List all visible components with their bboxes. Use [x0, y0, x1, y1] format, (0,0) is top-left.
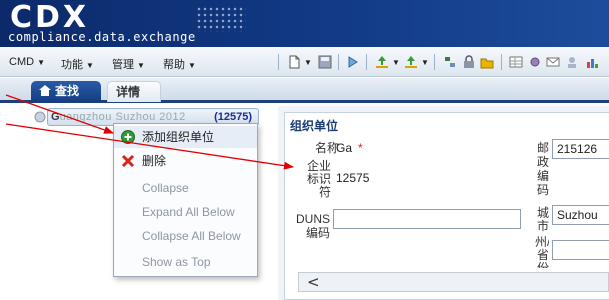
postal-code-input[interactable]: 215126: [552, 139, 609, 159]
org-node-icon: [34, 111, 46, 123]
app-header: CDX compliance.data.exchange: [0, 0, 609, 47]
run-icon[interactable]: [346, 55, 360, 69]
add-org-unit-label: 添加组织单位: [142, 130, 215, 144]
folder-icon[interactable]: [480, 55, 494, 69]
menu-admin-label: 管理: [112, 59, 134, 71]
new-document-icon[interactable]: [287, 55, 301, 69]
logo-tagline: compliance.data.exchange: [8, 30, 196, 44]
toolbar-separator: [338, 54, 339, 70]
section-title: 组织单位: [290, 119, 339, 133]
expand-all-below-menu-item[interactable]: Expand All Below: [114, 201, 257, 223]
chevron-down-icon[interactable]: ▼: [392, 58, 400, 67]
toolbar-separator: [278, 54, 279, 70]
duns-label: DUNS编码: [295, 212, 330, 240]
menu-help-label: 帮助: [163, 59, 185, 71]
duns-input[interactable]: [333, 209, 521, 229]
required-mark: *: [358, 141, 363, 155]
toolbar-separator: [366, 54, 367, 70]
toolbar-separator: [434, 54, 435, 70]
name-value-text: Ga: [336, 141, 353, 155]
table-icon[interactable]: [509, 55, 523, 69]
app-root: CDX compliance.data.exchange CMD ▼ 功能 ▼ 管理…: [0, 0, 609, 300]
city-label: 城市: [536, 206, 549, 233]
chevron-down-icon: ▼: [86, 61, 94, 70]
plus-circle-icon: [121, 130, 135, 144]
lock-icon[interactable]: [462, 55, 476, 69]
tree-icon[interactable]: [443, 55, 457, 69]
enterprise-id-value: 12575: [336, 171, 370, 185]
toolbar-separator: [501, 54, 502, 70]
delete-label: 删除: [142, 154, 167, 168]
chevron-down-icon[interactable]: ▼: [421, 58, 429, 67]
collapse-all-below-label: Collapse All Below: [142, 229, 241, 243]
menu-functions[interactable]: 功能 ▼: [61, 56, 94, 72]
city-input[interactable]: Suzhou: [552, 205, 609, 225]
menu-cmd[interactable]: CMD ▼: [9, 56, 45, 68]
tab-detail-label: 详情: [116, 85, 141, 99]
home-icon: [39, 85, 51, 96]
menu-help[interactable]: 帮助 ▼: [163, 56, 196, 72]
tab-search-label: 查找: [55, 84, 80, 98]
save-icon[interactable]: [318, 55, 332, 69]
tree-node-name: uangzhou Suzhou 2012: [59, 111, 186, 123]
collapse-all-below-menu-item[interactable]: Collapse All Below: [114, 225, 257, 247]
chevron-down-icon: ▼: [137, 61, 145, 70]
show-as-top-menu-item[interactable]: Show as Top: [114, 251, 257, 273]
menu-bar: CMD ▼ 功能 ▼ 管理 ▼ 帮助 ▼ ▼ ▼ ▼: [0, 47, 609, 77]
horizontal-scrollbar[interactable]: <: [298, 272, 609, 292]
menu-admin[interactable]: 管理 ▼: [112, 56, 145, 72]
chevron-down-icon: ▼: [37, 58, 45, 67]
user-icon[interactable]: [565, 55, 579, 69]
cdx-logo: CDX: [10, 0, 90, 35]
state-label: 州/省份: [535, 236, 549, 268]
logo-dot-pattern: [196, 6, 246, 32]
upload-icon[interactable]: [375, 55, 389, 69]
collapse-menu-item[interactable]: Collapse: [114, 177, 257, 199]
tab-search[interactable]: 查找: [31, 81, 101, 102]
state-input[interactable]: [552, 240, 609, 260]
mail-icon[interactable]: [546, 55, 560, 69]
chevron-down-icon[interactable]: ▼: [304, 58, 312, 67]
settings-icon[interactable]: [528, 55, 542, 69]
name-value: Ga *: [336, 142, 363, 154]
chart-icon[interactable]: [585, 55, 599, 69]
context-menu: 添加组织单位 删除 Collapse Expand All Below Coll…: [113, 123, 258, 277]
delete-menu-item[interactable]: 删除: [114, 150, 257, 172]
add-org-unit-menu-item[interactable]: 添加组织单位: [114, 126, 257, 148]
postal-code-label: 邮政编码: [536, 141, 549, 197]
tab-bar: 查找 详情: [0, 78, 609, 103]
upload-icon[interactable]: [404, 55, 418, 69]
red-x-icon: [121, 154, 135, 168]
chevron-down-icon: ▼: [188, 61, 196, 70]
menu-functions-label: 功能: [61, 59, 83, 71]
tree-node-prefix: G: [51, 111, 60, 123]
show-as-top-label: Show as Top: [142, 255, 211, 269]
menu-cmd-label: CMD: [9, 56, 35, 68]
tab-detail[interactable]: 详情: [107, 81, 161, 102]
collapse-label: Collapse: [142, 181, 189, 195]
enterprise-id-label: 企业标识符: [307, 159, 332, 199]
scroll-left-icon[interactable]: <: [307, 274, 320, 290]
expand-all-below-label: Expand All Below: [142, 205, 235, 219]
